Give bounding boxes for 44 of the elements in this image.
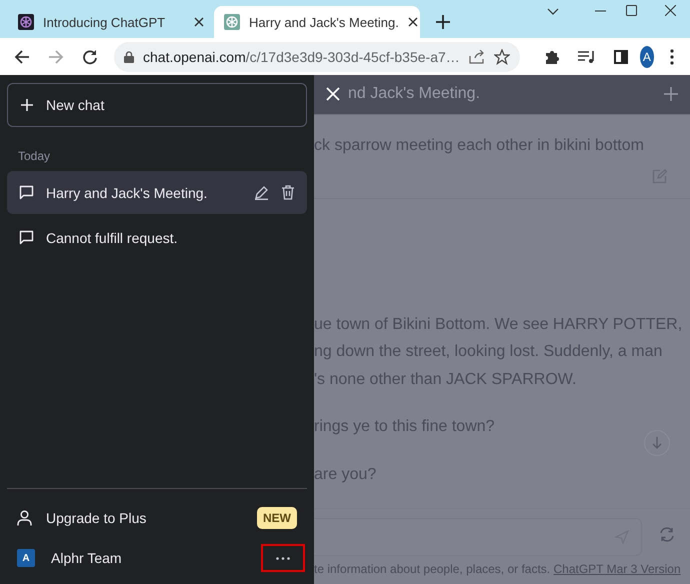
account-name[interactable]: Alphr Team (51, 550, 245, 566)
browser-tab[interactable]: Harry and Jack's Meeting. (214, 6, 420, 38)
browser-tab[interactable]: Introducing ChatGPT (8, 6, 214, 38)
chat-title: nd Jack's Meeting. (348, 85, 482, 104)
section-label: Today (17, 148, 52, 165)
ellipsis-icon (276, 556, 290, 560)
side-panel-icon[interactable] (614, 50, 628, 64)
tab-title: Introducing ChatGPT (43, 14, 166, 30)
profile-avatar[interactable]: A (640, 46, 654, 68)
knot-logo-icon (224, 14, 240, 30)
chat-bubble-icon (19, 185, 34, 200)
puzzle-piece-icon[interactable] (544, 48, 560, 64)
trash-icon[interactable] (281, 185, 295, 200)
chevron-down-icon[interactable] (547, 8, 559, 16)
close-icon[interactable] (665, 5, 676, 16)
person-icon (17, 510, 32, 526)
maximize-icon[interactable] (626, 5, 637, 16)
minimize-icon[interactable] (595, 10, 606, 12)
close-icon[interactable] (408, 17, 418, 27)
chat-item[interactable]: Cannot fulfill request. (7, 216, 307, 259)
chat-bubble-icon (19, 230, 34, 245)
pencil-icon[interactable] (254, 185, 269, 200)
kebab-menu-icon[interactable] (670, 48, 674, 64)
media-queue-icon[interactable] (578, 50, 596, 64)
plus-icon (21, 99, 33, 111)
address-bar[interactable]: chat.openai.com/c/17d3e3d9-303d-45cf-b35e-a7… (114, 42, 520, 72)
close-icon[interactable] (194, 17, 204, 27)
knot-logo-icon (18, 14, 34, 30)
star-icon[interactable] (494, 48, 510, 64)
reload-icon[interactable] (82, 48, 98, 64)
chat-item[interactable]: Harry and Jack's Meeting. (7, 171, 307, 214)
back-arrow-icon[interactable] (14, 48, 30, 64)
new-chat-button[interactable]: New chat (7, 83, 307, 127)
more-button[interactable] (261, 544, 305, 572)
new-badge: NEW (257, 507, 297, 529)
tab-title: Harry and Jack's Meeting. (249, 14, 399, 30)
arrow-down-icon (652, 436, 662, 449)
plus-icon[interactable] (436, 15, 450, 29)
lock-icon (124, 50, 134, 62)
url-text: chat.openai.com/c/17d3e3d9-303d-45cf-b35e-a7… (143, 48, 460, 64)
message-input-field[interactable] (314, 518, 642, 556)
account-avatar: A (17, 549, 35, 567)
upgrade-item[interactable]: Upgrade to Plus NEW (7, 498, 307, 538)
share-icon[interactable] (468, 50, 485, 64)
